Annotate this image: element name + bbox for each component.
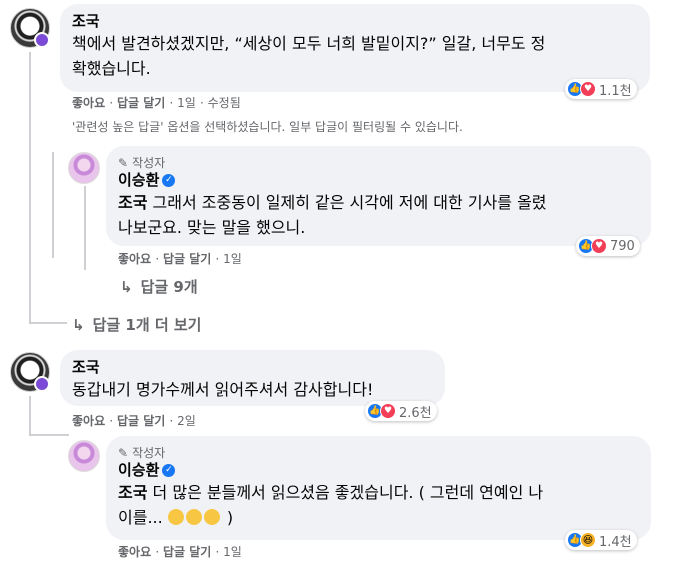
reaction-count: 1.4천 [599,534,632,550]
love-icon: ♥ [580,81,596,97]
comment-text-line: 확했습니다. [72,59,151,78]
comment-author[interactable]: 조국 [72,12,638,31]
see-more-replies-label: 답글 1개 더 보기 [92,316,202,334]
view-replies-label: 답글 9개 [140,278,198,296]
author-badge: ✎ 작성자 [118,444,639,461]
reaction-summary[interactable]: 👍 ♥ 1.1천 [565,79,637,99]
timestamp[interactable]: 2일 [177,414,196,428]
avatar[interactable] [68,152,100,184]
reply-button[interactable]: 답글 달기 [163,545,211,559]
reply-arrow-icon: ↳ [72,315,85,334]
pencil-icon: ✎ [118,445,129,460]
edited-label: 수정됨 [207,96,241,110]
reply-text-line: 더 많은 분들께서 읽으셨음 좋겠습니다. ( 그런데 연예인 나 [152,483,544,502]
reply-actions: 좋아요 · 답글 달기 · 1일 [118,252,242,266]
reply-text-line: 이를... [118,508,163,527]
reply-text: 조국 더 많은 분들께서 읽으셨음 좋겠습니다. ( 그런데 연예인 나 이를.… [118,480,639,530]
reply-author[interactable]: 이승환 ✓ [118,171,639,190]
reaction-count: 2.6천 [399,405,432,421]
thread-line [29,52,31,324]
mention-link[interactable]: 조국 [118,193,147,212]
timestamp[interactable]: 1일 [223,545,242,559]
avatar-badge [34,32,50,48]
like-button[interactable]: 좋아요 [72,96,105,110]
filter-note: '관련성 높은 답글' 옵션을 선택하셨습니다. 일부 답글이 필터링될 수 있… [72,120,463,134]
reply-bubble: ✎ 작성자 이승환 ✓ 조국 더 많은 분들께서 읽으셨음 좋겠습니다. ( 그런… [106,436,651,540]
thread-line [29,322,67,324]
see-more-replies-link[interactable]: ↳ 답글 1개 더 보기 [72,314,201,335]
thread-line [52,152,54,258]
reply-arrow-icon: ↳ [120,277,133,296]
reply-button[interactable]: 답글 달기 [117,414,165,428]
mention-link[interactable]: 조국 [118,483,147,502]
comment-text-line: 책에서 발견하셨겠지만, “세상이 모두 너희 발밑이지?” 일갈, 너무도 정 [72,34,546,53]
grin-emoji-icon [185,509,202,525]
reply-button[interactable]: 답글 달기 [163,252,211,266]
comment-text: 책에서 발견하셨겠지만, “세상이 모두 너희 발밑이지?” 일갈, 너무도 정… [72,31,638,81]
reply-text-line: 나보군요. 맞는 말을 했으니. [118,218,306,237]
reaction-count: 790 [610,238,635,254]
reply-text: 조국 그래서 조중동이 일제히 같은 시각에 저에 대한 기사를 올렸 나보군요… [118,190,639,240]
reaction-count: 1.1천 [599,83,632,99]
love-icon: ♥ [591,238,607,254]
author-badge: ✎ 작성자 [118,154,639,171]
pencil-icon: ✎ [118,155,129,170]
reply-bubble: ✎ 작성자 이승환 ✓ 조국 그래서 조중동이 일제히 같은 시각에 저에 대한 … [106,146,651,246]
avatar[interactable] [68,440,100,472]
like-button[interactable]: 좋아요 [118,545,151,559]
author-badge-label: 작성자 [132,446,166,460]
view-replies-link[interactable]: ↳ 답글 9개 [120,276,198,297]
rolling-eyes-emoji-icon [167,509,184,525]
reply-author-name[interactable]: 이승환 [118,171,159,189]
reply-button[interactable]: 답글 달기 [117,96,165,110]
reply-text-line: 그래서 조중동이 일제히 같은 시각에 저에 대한 기사를 올렸 [152,193,547,212]
haha-icon: 😆 [580,532,596,548]
comment-actions: 좋아요 · 답글 달기 · 1일 · 수정됨 [72,96,241,110]
reply-text-line: ) [226,508,234,527]
comment-bubble: 조국 동갑내기 명가수께서 읽어주셔서 감사합니다! [60,350,445,406]
comment-bubble: 조국 책에서 발견하셨겠지만, “세상이 모두 너희 발밑이지?” 일갈, 너무… [60,4,650,92]
grin-emoji-icon [203,509,220,525]
reply-author[interactable]: 이승환 ✓ [118,461,639,480]
comment-author[interactable]: 조국 [72,358,433,377]
author-badge-label: 작성자 [132,156,166,170]
thread-line [84,186,86,270]
timestamp[interactable]: 1일 [223,252,242,266]
like-button[interactable]: 좋아요 [118,252,151,266]
thread-line [29,434,69,436]
reaction-summary[interactable]: 👍 😆 1.4천 [565,530,637,550]
comment-actions: 좋아요 · 답글 달기 · 2일 [72,414,196,428]
like-button[interactable]: 좋아요 [72,414,105,428]
reply-author-name[interactable]: 이승환 [118,461,159,479]
avatar-badge [34,376,50,392]
verified-icon: ✓ [162,174,176,187]
verified-icon: ✓ [162,464,176,477]
reaction-summary[interactable]: 👍 ♥ 790 [576,236,640,256]
love-icon: ♥ [380,403,396,419]
reply-actions: 좋아요 · 답글 달기 · 1일 [118,545,242,559]
reaction-summary[interactable]: 👍 ♥ 2.6천 [365,401,437,421]
thread-line [29,396,31,436]
comment-text: 동갑내기 명가수께서 읽어주셔서 감사합니다! [72,380,374,399]
timestamp[interactable]: 1일 [177,96,196,110]
